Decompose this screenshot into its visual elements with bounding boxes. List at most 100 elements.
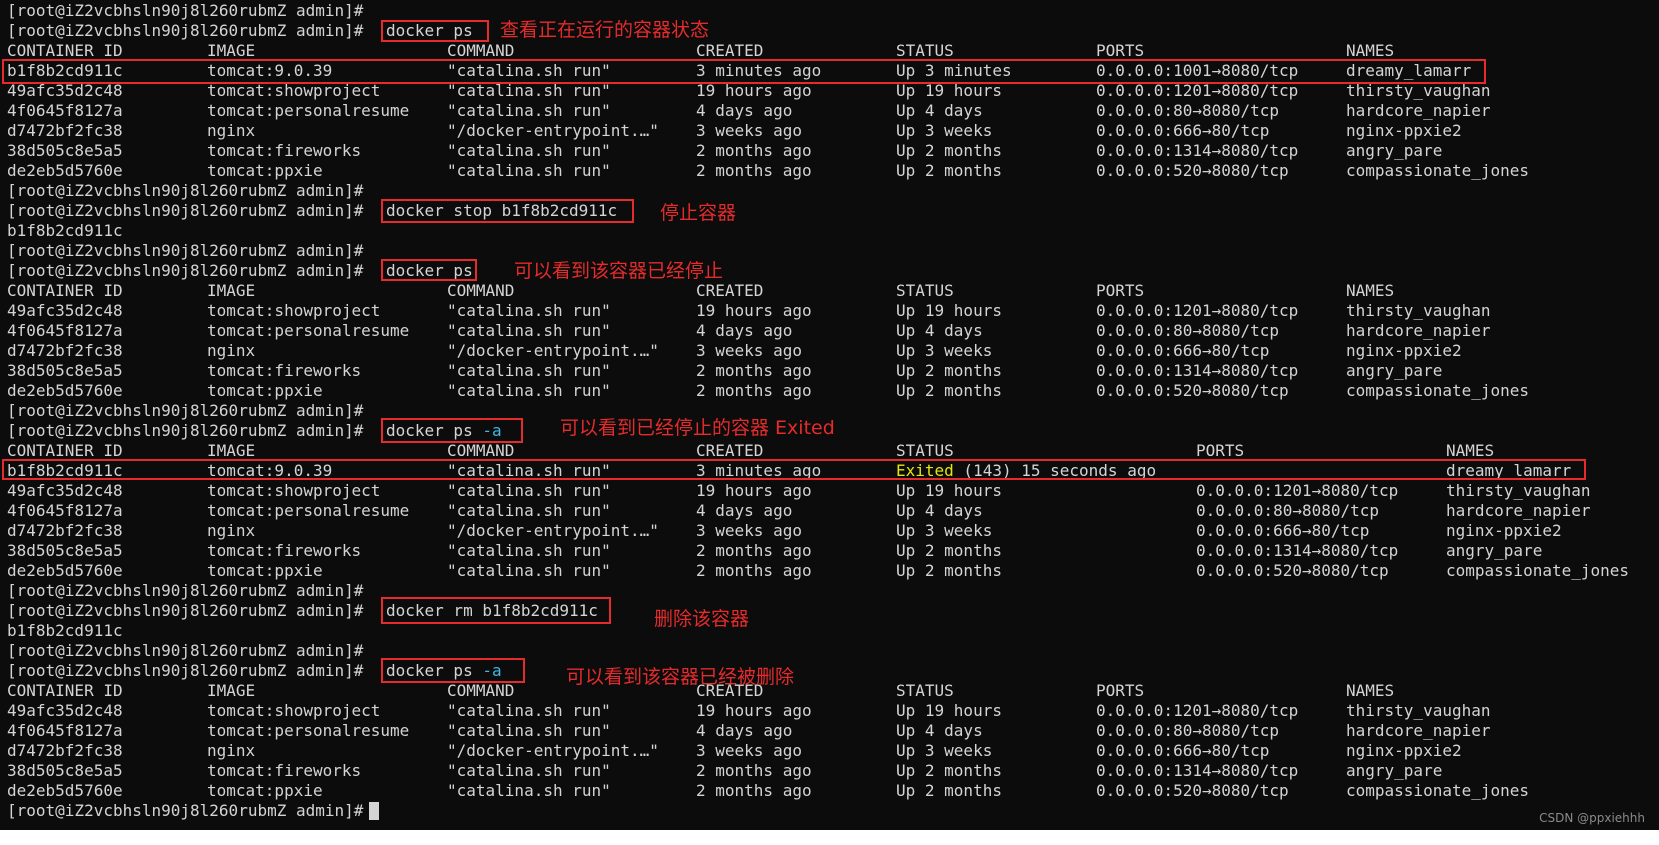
cell-container-id: 49afc35d2c48	[7, 81, 123, 100]
cell-ports: 0.0.0.0:1314→8080/tcp	[1096, 141, 1299, 160]
terminal-line: [root@iZ2vcbhsln90j8l260rubmZ admin]#	[0, 241, 1659, 261]
column-header-ports: PORTS	[1096, 41, 1145, 60]
shell-prompt: [root@iZ2vcbhsln90j8l260rubmZ admin]#	[7, 241, 364, 260]
cell-created: 2 months ago	[696, 761, 812, 780]
cell-names: hardcore_napier	[1346, 101, 1491, 120]
shell-prompt-active[interactable]: [root@iZ2vcbhsln90j8l260rubmZ admin]#	[7, 801, 380, 821]
table-header: CONTAINER ID IMAGE COMMAND CREATED STATUS POR…	[0, 281, 1659, 301]
cell-container-id: de2eb5d5760e	[7, 561, 123, 580]
table-row: 4f0645f8127a tomcat:personalresume "catali…	[0, 501, 1659, 521]
table-header: CONTAINER ID IMAGE COMMAND CREATED STATUS POR…	[0, 41, 1659, 61]
cell-container-id: 49afc35d2c48	[7, 301, 123, 320]
cell-names: compassionate_jones	[1446, 561, 1630, 580]
cell-image: tomcat:fireworks	[207, 361, 362, 380]
column-header-ports: PORTS	[1096, 681, 1145, 700]
shell-prompt: [root@iZ2vcbhsln90j8l260rubmZ admin]#	[7, 201, 364, 220]
table-row: 4f0645f8127a tomcat:personalresume "catali…	[0, 721, 1659, 741]
cell-created: 2 months ago	[696, 161, 812, 180]
cell-command: "catalina.sh run"	[447, 81, 611, 100]
cell-names: hardcore_napier	[1446, 501, 1591, 520]
column-header-command: COMMAND	[447, 281, 515, 300]
cell-command: "/docker-entrypoint.…"	[447, 341, 659, 360]
cell-image: tomcat:personalresume	[207, 101, 410, 120]
cell-container-id: 38d505c8e5a5	[7, 541, 123, 560]
cell-created: 19 hours ago	[696, 481, 812, 500]
cell-command: "/docker-entrypoint.…"	[447, 741, 659, 760]
highlight-box-command	[381, 20, 489, 42]
cell-created: 3 weeks ago	[696, 741, 802, 760]
highlight-box-command	[381, 658, 525, 683]
cell-status: Up 19 hours	[896, 701, 1002, 720]
cell-names: angry_pare	[1346, 361, 1443, 380]
cell-container-id: d7472bf2fc38	[7, 341, 123, 360]
shell-prompt: [root@iZ2vcbhsln90j8l260rubmZ admin]#	[7, 661, 364, 680]
cell-created: 4 days ago	[696, 501, 793, 520]
cell-container-id: de2eb5d5760e	[7, 161, 123, 180]
highlight-box-command	[381, 199, 634, 223]
cell-status: Up 4 days	[896, 101, 983, 120]
shell-prompt: [root@iZ2vcbhsln90j8l260rubmZ admin]#	[7, 261, 364, 280]
cell-container-id: de2eb5d5760e	[7, 781, 123, 800]
annotation-removed: 可以看到该容器已经被删除	[566, 666, 795, 688]
cell-command: "catalina.sh run"	[447, 381, 611, 400]
column-header-command: COMMAND	[447, 681, 515, 700]
cell-image: tomcat:showproject	[207, 481, 381, 500]
terminal-line: [root@iZ2vcbhsln90j8l260rubmZ admin]#	[0, 181, 1659, 201]
cell-container-id: 38d505c8e5a5	[7, 361, 123, 380]
cell-container-id: 4f0645f8127a	[7, 101, 123, 120]
cell-ports: 0.0.0.0:520→8080/tcp	[1096, 781, 1289, 800]
table-row: 49afc35d2c48 tomcat:showproject "catalina.…	[0, 81, 1659, 101]
column-header-names: NAMES	[1346, 281, 1395, 300]
column-header-command: COMMAND	[447, 41, 515, 60]
cell-image: nginx	[207, 741, 256, 760]
annotation-running-status: 查看正在运行的容器状态	[500, 19, 710, 41]
terminal-window[interactable]: [root@iZ2vcbhsln90j8l260rubmZ admin]# [r…	[0, 0, 1659, 830]
cell-command: "catalina.sh run"	[447, 361, 611, 380]
cell-names: hardcore_napier	[1346, 321, 1491, 340]
shell-prompt: [root@iZ2vcbhsln90j8l260rubmZ admin]#	[7, 641, 364, 660]
cell-status: Up 2 months	[896, 381, 1002, 400]
annotation-remove: 删除该容器	[654, 608, 750, 630]
column-header-created: CREATED	[696, 441, 764, 460]
column-header-image: IMAGE	[207, 681, 256, 700]
cell-image: tomcat:ppxie	[207, 561, 323, 580]
highlight-box-running-row	[2, 59, 1486, 84]
cell-status: Up 2 months	[896, 781, 1002, 800]
cell-image: tomcat:fireworks	[207, 141, 362, 160]
cell-names: nginx-ppxie2	[1346, 121, 1462, 140]
cell-command: "catalina.sh run"	[447, 761, 611, 780]
column-header-names: NAMES	[1346, 681, 1395, 700]
cell-container-id: 38d505c8e5a5	[7, 141, 123, 160]
terminal-line: [root@iZ2vcbhsln90j8l260rubmZ admin]# do…	[0, 201, 1659, 221]
cell-status: Up 2 months	[896, 361, 1002, 380]
cell-created: 4 days ago	[696, 721, 793, 740]
cell-image: tomcat:showproject	[207, 701, 381, 720]
annotation-stop: 停止容器	[660, 202, 737, 224]
terminal-line: b1f8b2cd911c	[0, 221, 1659, 241]
cell-status: Up 3 weeks	[896, 741, 993, 760]
cell-names: nginx-ppxie2	[1346, 341, 1462, 360]
cell-ports: 0.0.0.0:520→8080/tcp	[1196, 561, 1389, 580]
cell-status: Up 3 weeks	[896, 341, 993, 360]
cell-image: nginx	[207, 341, 256, 360]
terminal-line: [root@iZ2vcbhsln90j8l260rubmZ admin]# do…	[0, 661, 1659, 681]
cell-created: 3 weeks ago	[696, 121, 802, 140]
cell-names: compassionate_jones	[1346, 381, 1530, 400]
cell-names: thirsty_vaughan	[1346, 81, 1491, 100]
cell-status: Up 2 months	[896, 541, 1002, 560]
highlight-box-command	[381, 418, 523, 443]
terminal-line: b1f8b2cd911c	[0, 621, 1659, 641]
cell-image: tomcat:personalresume	[207, 321, 410, 340]
shell-prompt: [root@iZ2vcbhsln90j8l260rubmZ admin]#	[7, 181, 364, 200]
table-row: d7472bf2fc38 nginx "/docker-entrypoint.…" 3…	[0, 341, 1659, 361]
cell-status: Up 19 hours	[896, 481, 1002, 500]
cell-image: tomcat:fireworks	[207, 541, 362, 560]
cell-ports: 0.0.0.0:1314→8080/tcp	[1096, 361, 1299, 380]
column-header-status: STATUS	[896, 441, 954, 460]
cell-container-id: 49afc35d2c48	[7, 481, 123, 500]
cell-command: "catalina.sh run"	[447, 541, 611, 560]
terminal-line[interactable]: [root@iZ2vcbhsln90j8l260rubmZ admin]#	[0, 801, 1659, 821]
cell-names: angry_pare	[1346, 761, 1443, 780]
cell-container-id: 4f0645f8127a	[7, 721, 123, 740]
table-row: 38d505c8e5a5 tomcat:fireworks "catalina.sh…	[0, 541, 1659, 561]
